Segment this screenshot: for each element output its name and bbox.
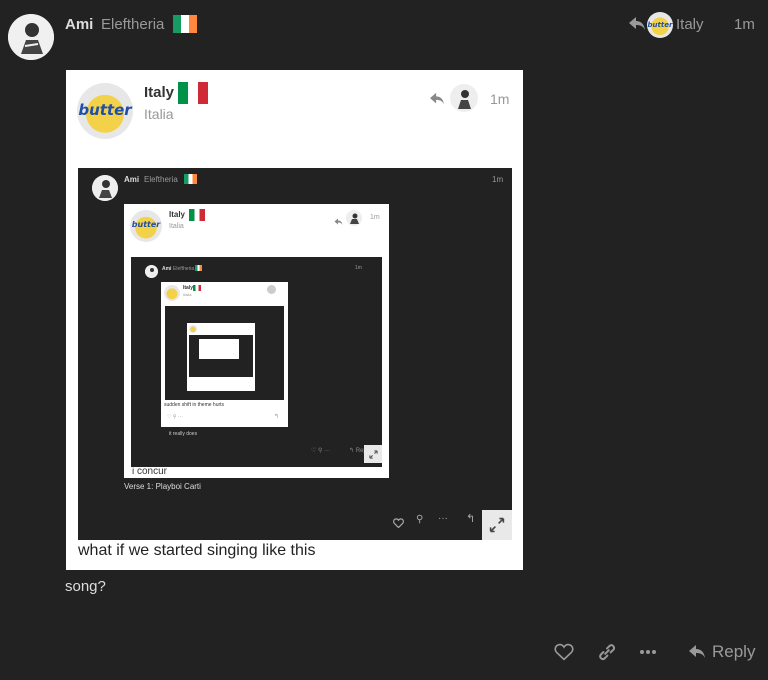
deep-inner-username: Italy: [183, 285, 194, 291]
deepest-white-card: [187, 323, 255, 391]
deep-caption: sudden shift in theme hurts: [164, 402, 225, 408]
post-body-text: song?: [65, 578, 106, 595]
deep-action-icons: ♡ ⚲ ···: [167, 414, 183, 420]
person-avatar-icon: [8, 14, 54, 60]
nested-caption: i concur: [132, 466, 168, 477]
deep-date: 1m: [355, 265, 362, 271]
deepest-inner-card: [199, 339, 239, 359]
deep-footer-icons: ♡ ⚲ ···: [311, 448, 331, 454]
nested-more-icon: ···: [438, 513, 448, 524]
deep-subcaption: it really does: [169, 431, 198, 437]
nested-link-icon: ⚲: [416, 514, 424, 525]
heart-icon: [554, 643, 574, 661]
embedded-screenshot[interactable]: butter Italy Italia 1m Ami Eleftheria 1m…: [66, 70, 523, 570]
nested-inner-date: 1m: [370, 214, 380, 221]
deepest-logo-avatar: [189, 325, 197, 333]
nested-white-card: butter Italy Italia 1m Ami Eleftheria 1m: [124, 204, 389, 478]
deep-inner-title: Italia: [183, 292, 192, 297]
person-avatar-icon: [346, 210, 362, 226]
italy-flag-icon: [193, 285, 201, 291]
reply-to-username[interactable]: Italy: [676, 16, 704, 33]
nested-logo-avatar: butter: [130, 210, 162, 242]
post-date[interactable]: 1m: [734, 16, 755, 33]
nested-like-icon: [393, 515, 404, 533]
quote-user-title: Italia: [144, 106, 174, 122]
reply-arrow-icon: [334, 213, 343, 231]
deep-nested-screenshot: Ami Eleftheria 1m Italy Italia sudden sh…: [131, 257, 382, 467]
reply-to-avatar[interactable]: butter: [647, 12, 673, 38]
quote-avatar: butter: [77, 83, 133, 139]
more-actions-button[interactable]: [637, 641, 659, 663]
like-button[interactable]: [553, 641, 575, 663]
nested-inner-username: Italy: [169, 210, 186, 219]
nested-inner-title: Italia: [169, 223, 184, 230]
person-avatar-icon: [145, 265, 158, 278]
person-avatar-icon: [92, 175, 118, 201]
nested-screenshot: Ami Eleftheria 1m butter Italy Italia 1m: [78, 168, 512, 540]
reply-icon: [689, 645, 705, 658]
nested-subcaption: Verse 1: Playboi Carti: [124, 482, 201, 491]
deepest-screenshot: [165, 306, 284, 400]
nested-date: 1m: [492, 175, 504, 184]
author-title: Eleftheria: [101, 16, 165, 33]
reply-arrow-icon: [429, 92, 445, 111]
nested-user-title: Eleftheria: [144, 175, 178, 184]
quote-username: Italy: [144, 84, 175, 101]
butter-logo-text: butter: [131, 220, 161, 229]
reply-button[interactable]: Reply: [688, 641, 755, 663]
deep-username: Ami: [162, 266, 172, 272]
butter-logo-text: butter: [647, 21, 673, 29]
author-avatar[interactable]: [8, 14, 54, 60]
ireland-flag-icon: [184, 174, 197, 184]
nested-avatar: [92, 175, 118, 201]
nested-username: Ami: [124, 175, 140, 184]
nested-reply-icon: ↰: [466, 513, 476, 525]
reply-button-label: Reply: [712, 642, 756, 661]
ireland-flag-icon: [195, 265, 202, 271]
deep-reply-avatar: [267, 285, 276, 294]
copy-link-button[interactable]: [596, 641, 618, 663]
butter-logo-text: butter: [78, 101, 132, 119]
nested-reply-avatar: [346, 210, 362, 226]
italy-flag-icon: [189, 209, 205, 221]
deep-user-title: Eleftheria: [173, 266, 195, 272]
deep-white-card: Italy Italia sudden shift in theme hurts: [161, 282, 288, 427]
author-username[interactable]: Ami: [65, 16, 93, 33]
nested-expand-icon: [482, 510, 512, 540]
deep-expand-icon: [364, 445, 382, 463]
reply-to-arrow-icon: [628, 16, 646, 37]
deepest-dark-frame: [189, 335, 253, 377]
italy-flag-icon: [178, 82, 208, 104]
ellipsis-icon: [640, 650, 656, 654]
quote-reply-avatar: [450, 84, 478, 112]
ireland-flag-icon: [173, 15, 197, 33]
deep-logo-avatar: [164, 285, 180, 301]
link-icon: [599, 644, 616, 661]
quote-caption: what if we started singing like this: [78, 542, 316, 559]
deep-reply-icon: ↰: [274, 414, 280, 420]
deep-avatar: [145, 265, 158, 278]
quote-date: 1m: [490, 91, 510, 107]
person-avatar-icon: [450, 84, 478, 112]
